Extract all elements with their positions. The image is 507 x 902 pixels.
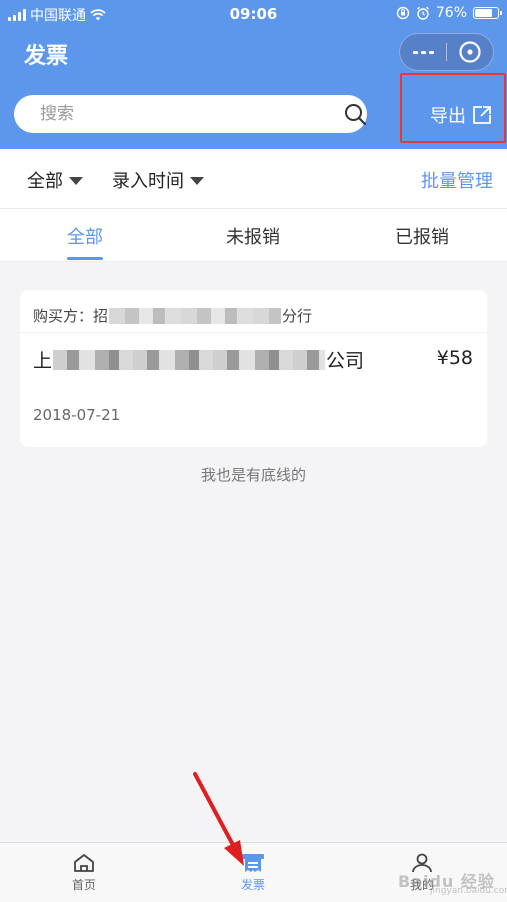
tab-all[interactable]: 全部 bbox=[25, 223, 145, 249]
list-end-text: 我也是有底线的 bbox=[200, 466, 306, 484]
seller-prefix: 上 bbox=[33, 350, 53, 372]
header: 中国联通 09:06 76% 发票 搜索 导出 bbox=[0, 0, 507, 149]
close-circle-icon bbox=[459, 41, 481, 63]
more-dot bbox=[412, 50, 418, 54]
seller-line: 上 公司 bbox=[33, 346, 364, 373]
sort-time-filter[interactable]: 录入时间 bbox=[112, 167, 204, 193]
sort-time-label: 录入时间 bbox=[112, 171, 184, 192]
watermark-url: jingyan.baidu.com bbox=[430, 886, 507, 896]
battery-icon bbox=[473, 7, 502, 19]
tabbar-home[interactable]: 首页 bbox=[44, 853, 124, 893]
caret-down-icon bbox=[190, 177, 204, 185]
export-label: 导出 bbox=[430, 106, 466, 127]
seller-suffix: 公司 bbox=[326, 350, 365, 372]
card-divider bbox=[20, 332, 487, 333]
home-icon bbox=[74, 854, 94, 872]
category-filter-label: 全部 bbox=[27, 171, 63, 192]
filter-bar: 全部 录入时间 批量管理 bbox=[0, 149, 507, 209]
search-box bbox=[14, 95, 367, 133]
tab-reimbursed[interactable]: 已报销 bbox=[362, 223, 482, 249]
redacted-buyer-name bbox=[109, 307, 282, 324]
invoice-amount: ¥58 bbox=[436, 347, 473, 369]
battery-fill bbox=[475, 9, 492, 17]
more-dot bbox=[428, 50, 434, 54]
invoice-card[interactable]: 购买方：招 分行 上 公司 ¥58 2018-07-21 bbox=[20, 290, 487, 447]
mini-program-capsule bbox=[399, 33, 494, 71]
close-mini-program-button[interactable] bbox=[447, 40, 493, 64]
buyer-prefix: 购买方：招 bbox=[33, 307, 109, 325]
page-title: 发票 bbox=[24, 44, 69, 69]
category-filter[interactable]: 全部 bbox=[27, 167, 83, 193]
status-bar: 中国联通 09:06 76% bbox=[0, 0, 507, 28]
search-icon[interactable] bbox=[344, 103, 367, 126]
buyer-suffix: 分行 bbox=[282, 307, 313, 325]
external-link-icon bbox=[473, 106, 491, 124]
tabbar-invoice[interactable]: 发票 bbox=[213, 853, 293, 893]
search-input[interactable] bbox=[40, 95, 330, 133]
more-dot bbox=[420, 50, 426, 54]
battery-percent: 76% bbox=[435, 5, 467, 21]
export-button[interactable]: 导出 bbox=[430, 102, 492, 128]
caret-down-icon bbox=[69, 177, 83, 185]
tab-unreimbursed[interactable]: 未报销 bbox=[193, 223, 313, 249]
alarm-icon bbox=[416, 6, 429, 20]
tabbar-home-label: 首页 bbox=[71, 878, 96, 892]
tabbar-invoice-label: 发票 bbox=[240, 878, 265, 892]
status-right: 76% bbox=[396, 5, 502, 21]
orientation-lock-icon bbox=[396, 6, 410, 20]
batch-manage-button[interactable]: 批量管理 bbox=[421, 167, 493, 193]
invoice-icon bbox=[242, 854, 264, 872]
status-tabs: 全部 未报销 已报销 bbox=[0, 209, 507, 262]
buyer-line: 购买方：招 分行 bbox=[33, 305, 312, 326]
active-tab-indicator bbox=[67, 257, 103, 260]
redacted-seller-name bbox=[53, 349, 326, 370]
more-button[interactable] bbox=[400, 50, 446, 54]
invoice-date: 2018-07-21 bbox=[33, 406, 121, 424]
